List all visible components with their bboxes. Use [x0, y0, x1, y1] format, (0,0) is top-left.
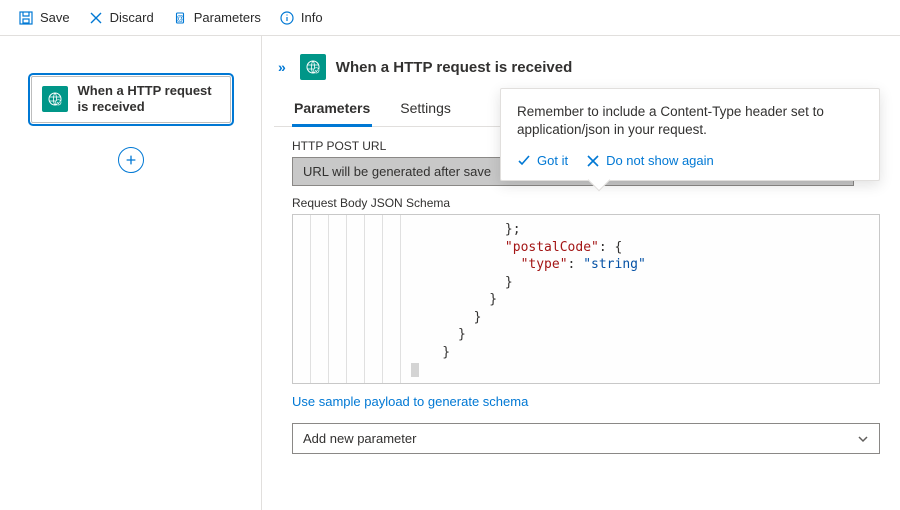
save-button[interactable]: Save [12, 6, 76, 30]
tab-parameters[interactable]: Parameters [292, 94, 372, 127]
svg-text:@: @ [176, 14, 184, 23]
sample-payload-link[interactable]: Use sample payload to generate schema [292, 394, 528, 409]
close-icon [88, 10, 104, 26]
callout-text: Remember to include a Content-Type heade… [517, 103, 863, 139]
add-parameter-dropdown[interactable]: Add new parameter [292, 423, 880, 454]
schema-field-label: Request Body JSON Schema [292, 196, 880, 210]
http-trigger-icon [42, 86, 68, 112]
dont-show-again-button[interactable]: Do not show again [586, 153, 714, 168]
chevron-down-icon [857, 433, 869, 445]
info-label: Info [301, 10, 323, 25]
callout-beak [588, 169, 611, 192]
add-parameter-label: Add new parameter [303, 431, 416, 446]
hint-callout: Remember to include a Content-Type heade… [500, 88, 880, 181]
http-trigger-icon [300, 54, 326, 80]
main-area: When a HTTP request is received » When a… [0, 36, 900, 510]
parameters-button[interactable]: @ Parameters [166, 6, 267, 30]
add-step-button[interactable] [118, 147, 144, 173]
discard-button[interactable]: Discard [82, 6, 160, 30]
collapse-panel-button[interactable]: » [274, 59, 290, 75]
got-it-button[interactable]: Got it [517, 153, 568, 168]
save-icon [18, 10, 34, 26]
plus-icon [124, 153, 138, 167]
parameters-icon: @ [172, 10, 188, 26]
trigger-card[interactable]: When a HTTP request is received [31, 76, 231, 123]
schema-editor[interactable]: }; "postalCode": { "type": "string" } } … [292, 214, 880, 384]
details-panel: » When a HTTP request is received Parame… [262, 36, 900, 510]
top-toolbar: Save Discard @ Parameters Info [0, 0, 900, 36]
info-button[interactable]: Info [273, 6, 329, 30]
check-icon [517, 154, 531, 168]
save-label: Save [40, 10, 70, 25]
tab-settings[interactable]: Settings [398, 94, 453, 126]
parameters-label: Parameters [194, 10, 261, 25]
got-it-label: Got it [537, 153, 568, 168]
info-icon [279, 10, 295, 26]
designer-canvas: When a HTTP request is received [0, 36, 262, 510]
panel-title: When a HTTP request is received [336, 59, 572, 76]
discard-label: Discard [110, 10, 154, 25]
trigger-card-label: When a HTTP request is received [78, 83, 220, 116]
close-icon [586, 154, 600, 168]
dont-show-label: Do not show again [606, 153, 714, 168]
